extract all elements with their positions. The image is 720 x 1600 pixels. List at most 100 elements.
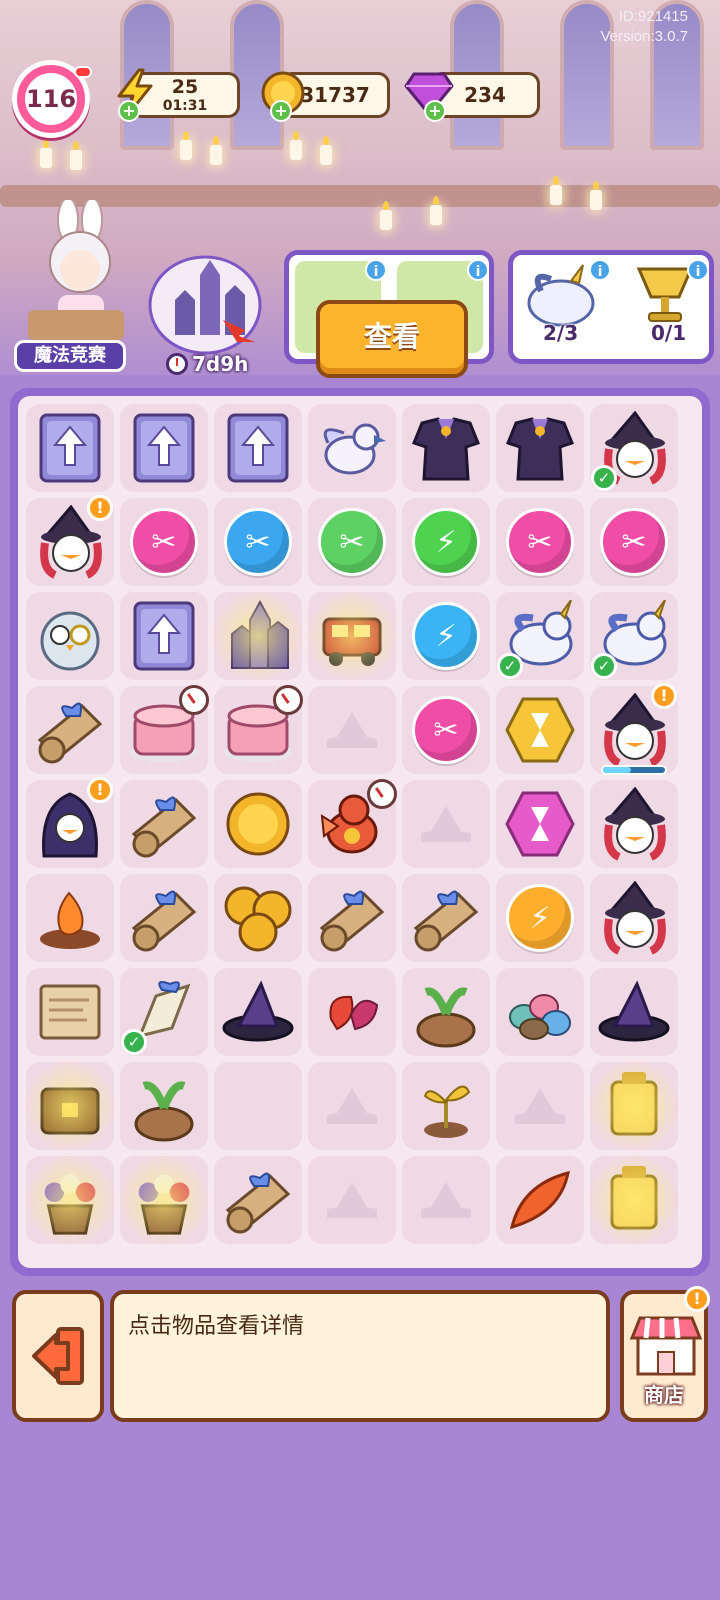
board-cell[interactable]	[120, 592, 208, 680]
board-cell-empty[interactable]	[214, 1062, 302, 1150]
board-cell[interactable]: ⚡	[402, 592, 490, 680]
order-card-2[interactable]: 2/3 0/1 i i	[508, 250, 714, 364]
open-scroll-icon[interactable]: ✓	[121, 973, 203, 1055]
board-cell[interactable]	[496, 968, 584, 1056]
flower-pot-icon[interactable]	[117, 1153, 211, 1247]
scroll-with-bow-icon[interactable]	[407, 879, 485, 957]
exit-button[interactable]	[12, 1290, 104, 1422]
griffin-chick-icon[interactable]	[313, 409, 391, 487]
board-cell[interactable]	[120, 404, 208, 492]
hourglass-gold-icon[interactable]	[501, 691, 579, 769]
info-icon[interactable]: i	[467, 259, 489, 281]
board-cell[interactable]: ✓	[496, 592, 584, 680]
add-coins-button[interactable]: +	[270, 100, 292, 122]
board-cell[interactable]	[496, 1156, 584, 1244]
board-cell[interactable]: ✓	[120, 968, 208, 1056]
campfire-icon[interactable]	[31, 879, 109, 957]
event-label[interactable]: 魔法竞赛	[14, 340, 126, 372]
witch-duck-icon[interactable]: !	[595, 683, 677, 775]
board-cell-empty[interactable]	[402, 1156, 490, 1244]
birthday-cake-icon[interactable]	[219, 685, 303, 769]
board-cell[interactable]	[26, 686, 114, 774]
baby-dragon-icon[interactable]	[313, 779, 397, 863]
board-cell[interactable]	[117, 1153, 211, 1247]
board-cell[interactable]	[120, 1062, 208, 1150]
scissors-orb-green-icon[interactable]: ✂	[313, 503, 391, 581]
flower-pot-icon[interactable]	[23, 1153, 117, 1247]
gold-coins-pile-icon[interactable]	[219, 879, 297, 957]
train-icon[interactable]	[305, 589, 399, 683]
board-cell[interactable]	[308, 779, 397, 868]
board-cell[interactable]	[120, 780, 208, 868]
board-cell[interactable]: ✓	[590, 404, 678, 492]
info-icon[interactable]: i	[589, 259, 611, 281]
owl-icon[interactable]	[31, 597, 109, 675]
board-cell[interactable]	[214, 1156, 302, 1244]
board-cell[interactable]	[26, 968, 114, 1056]
board-cell[interactable]	[26, 592, 114, 680]
colored-stones-icon[interactable]	[501, 973, 579, 1051]
energy-orb-orange-icon[interactable]: ⚡	[501, 879, 579, 957]
board-cell[interactable]	[26, 874, 114, 962]
board-cell[interactable]	[402, 404, 490, 492]
unicorn-icon[interactable]: ✓	[591, 597, 673, 679]
info-icon[interactable]: i	[687, 259, 709, 281]
board-cell[interactable]	[26, 404, 114, 492]
old-map-icon[interactable]	[31, 973, 109, 1051]
board-cell[interactable]	[496, 404, 584, 492]
scissors-orb-pink-icon[interactable]: ✂	[407, 691, 485, 769]
board-cell[interactable]	[590, 874, 678, 962]
rune-card-icon[interactable]	[31, 409, 109, 487]
rune-card-icon[interactable]	[125, 597, 203, 675]
energy-orb-green-icon[interactable]: ⚡	[407, 503, 485, 581]
board-cell[interactable]	[587, 1153, 681, 1247]
scissors-orb-pink-icon[interactable]: ✂	[595, 503, 673, 581]
witch-hat-icon[interactable]	[595, 973, 673, 1051]
board-cell[interactable]	[402, 1062, 490, 1150]
board-cell[interactable]	[120, 685, 209, 774]
energy-orb-blue-icon[interactable]: ⚡	[407, 597, 485, 675]
board-cell[interactable]	[23, 1059, 117, 1153]
witch-duck-snake-icon[interactable]	[595, 785, 673, 863]
board-cell[interactable]	[496, 686, 584, 774]
treasure-chest-icon[interactable]	[23, 1059, 117, 1153]
board-cell[interactable]	[214, 780, 302, 868]
board-cell-empty[interactable]	[402, 780, 490, 868]
board-cell[interactable]	[402, 968, 490, 1056]
board-cell[interactable]: ⚡	[496, 874, 584, 962]
board-cell[interactable]: ✂	[214, 498, 302, 586]
wizard-robe-icon[interactable]	[407, 409, 485, 487]
board-cell-empty[interactable]	[308, 686, 396, 774]
board-cell[interactable]	[120, 874, 208, 962]
board-cell[interactable]: ✂	[402, 686, 490, 774]
gold-coin-icon[interactable]	[219, 785, 297, 863]
scissors-orb-pink-icon[interactable]: ✂	[501, 503, 579, 581]
board-cell-empty[interactable]	[308, 1062, 396, 1150]
board-cell[interactable]: !	[590, 683, 678, 775]
add-gems-button[interactable]: +	[424, 100, 446, 122]
board-cell[interactable]	[214, 404, 302, 492]
board-cell[interactable]	[305, 589, 399, 683]
hourglass-pink-icon[interactable]	[501, 785, 579, 863]
hooded-duck-icon[interactable]: !	[31, 777, 113, 863]
scroll-with-bow-icon[interactable]	[31, 691, 109, 769]
golden-lantern-icon[interactable]	[587, 1059, 681, 1153]
board-cell[interactable]	[402, 874, 490, 962]
shop-button[interactable]: ! 商店	[620, 1286, 710, 1422]
mandrake-icon[interactable]	[407, 973, 485, 1051]
board-cell[interactable]	[308, 404, 396, 492]
witch-hat-icon[interactable]	[219, 973, 297, 1051]
witch-duck-icon[interactable]: ✓	[591, 409, 673, 491]
board-cell[interactable]	[214, 968, 302, 1056]
board-cell[interactable]	[590, 968, 678, 1056]
birthday-cake-icon[interactable]	[125, 685, 209, 769]
golden-lantern-icon[interactable]	[587, 1153, 681, 1247]
board-cell[interactable]	[308, 874, 396, 962]
scissors-orb-pink-icon[interactable]: ✂	[125, 503, 203, 581]
scroll-with-bow-icon[interactable]	[313, 879, 391, 957]
castle-icon[interactable]	[211, 589, 305, 683]
witch-duck-snake-icon[interactable]	[595, 879, 673, 957]
mandrake-icon[interactable]	[125, 1067, 203, 1145]
board-cell[interactable]	[590, 780, 678, 868]
board-cell[interactable]	[214, 874, 302, 962]
